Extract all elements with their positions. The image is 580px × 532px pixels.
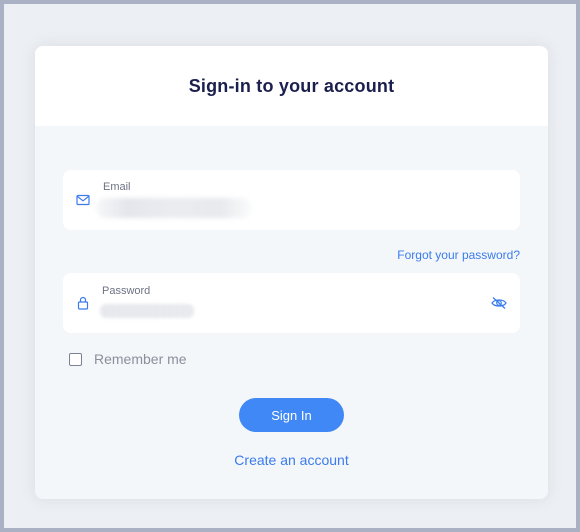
- email-value-redacted: [96, 198, 252, 218]
- card-header: Sign-in to your account: [35, 46, 548, 126]
- remember-me-label: Remember me: [94, 351, 187, 367]
- remember-me[interactable]: Remember me: [69, 351, 187, 367]
- sign-in-button[interactable]: Sign In: [239, 398, 344, 432]
- page-title: Sign-in to your account: [188, 75, 395, 96]
- email-label: Email: [103, 181, 131, 193]
- password-field[interactable]: Password: [63, 273, 520, 333]
- password-label: Password: [102, 285, 151, 297]
- create-account-link[interactable]: Create an account: [35, 452, 548, 468]
- signin-card: Sign-in to your account Email Forgot you…: [35, 46, 548, 499]
- lock-icon: [76, 296, 90, 310]
- mail-icon: [76, 193, 90, 207]
- forgot-password-link[interactable]: Forgot your password?: [397, 248, 520, 262]
- password-value-redacted: [100, 304, 194, 318]
- eye-off-icon[interactable]: [490, 294, 508, 312]
- remember-me-checkbox[interactable]: [69, 352, 82, 366]
- email-field[interactable]: Email: [63, 170, 520, 230]
